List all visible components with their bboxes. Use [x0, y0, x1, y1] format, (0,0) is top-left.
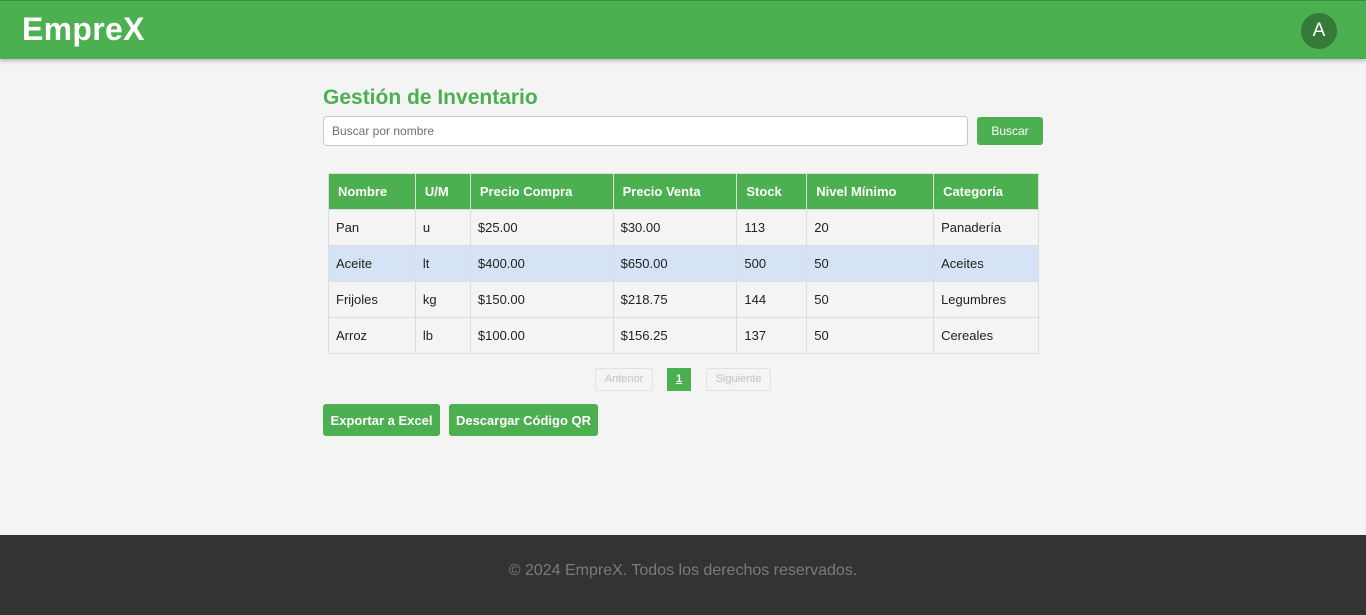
table-cell: 500: [736, 245, 808, 282]
table-cell: 137: [736, 317, 808, 354]
copyright-text: © 2024 EmpreX. Todos los derechos reserv…: [508, 562, 858, 579]
table-cell: 50: [806, 245, 935, 282]
table-cell: 50: [806, 281, 935, 318]
table-row[interactable]: Aceite lt $400.00 $650.00 500 50 Aceites: [328, 245, 1039, 282]
column-header[interactable]: Precio Compra: [469, 173, 614, 210]
search-button[interactable]: Buscar: [977, 117, 1043, 145]
pagination-page-button[interactable]: 1: [667, 368, 691, 391]
table-cell: 20: [806, 209, 935, 246]
export-excel-button[interactable]: Exportar a Excel: [323, 404, 440, 436]
table-cell: $150.00: [469, 281, 614, 318]
table-cell: $100.00: [469, 317, 614, 354]
search-input[interactable]: [323, 116, 968, 146]
table-cell: $156.25: [612, 317, 738, 354]
table-cell: Frijoles: [328, 281, 416, 318]
inventory-table: Nombre U/M Precio Compra Precio Venta St…: [328, 173, 1039, 354]
table-cell: Legumbres: [933, 281, 1039, 318]
column-header[interactable]: U/M: [414, 173, 471, 210]
pagination-next-button[interactable]: Siguiente: [706, 368, 771, 391]
table-cell: 50: [806, 317, 935, 354]
table-cell: Pan: [328, 209, 416, 246]
page-title: Gestión de Inventario: [323, 86, 538, 109]
table-header-row: Nombre U/M Precio Compra Precio Venta St…: [328, 173, 1039, 210]
table-cell: Panadería: [933, 209, 1039, 246]
table-cell: Aceite: [328, 245, 416, 282]
column-header[interactable]: Categoría: [933, 173, 1039, 210]
table-cell: lb: [414, 317, 471, 354]
table-cell: $650.00: [612, 245, 738, 282]
brand-logo[interactable]: EmpreX: [22, 11, 145, 48]
table-row[interactable]: Pan u $25.00 $30.00 113 20 Panadería: [328, 209, 1039, 246]
table-cell: Cereales: [933, 317, 1039, 354]
table-cell: lt: [414, 245, 471, 282]
page-footer: © 2024 EmpreX. Todos los derechos reserv…: [0, 535, 1366, 615]
table-cell: $30.00: [612, 209, 738, 246]
table-cell: u: [414, 209, 471, 246]
top-header: EmpreX A: [0, 0, 1366, 59]
table-cell: $400.00: [469, 245, 614, 282]
column-header[interactable]: Stock: [736, 173, 808, 210]
table-row[interactable]: Arroz lb $100.00 $156.25 137 50 Cereales: [328, 317, 1039, 354]
table-cell: 113: [736, 209, 808, 246]
table-cell: $218.75: [612, 281, 738, 318]
table-cell: Arroz: [328, 317, 416, 354]
table-cell: 144: [736, 281, 808, 318]
column-header[interactable]: Nivel Mínimo: [806, 173, 935, 210]
column-header[interactable]: Nombre: [328, 173, 416, 210]
table-row[interactable]: Frijoles kg $150.00 $218.75 144 50 Legum…: [328, 281, 1039, 318]
pagination-previous-button[interactable]: Anterior: [595, 368, 653, 391]
column-header[interactable]: Precio Venta: [612, 173, 738, 210]
user-avatar[interactable]: A: [1301, 13, 1337, 49]
table-cell: kg: [414, 281, 471, 318]
table-cell: $25.00: [469, 209, 614, 246]
table-cell: Aceites: [933, 245, 1039, 282]
download-qr-button[interactable]: Descargar Código QR: [449, 404, 598, 436]
